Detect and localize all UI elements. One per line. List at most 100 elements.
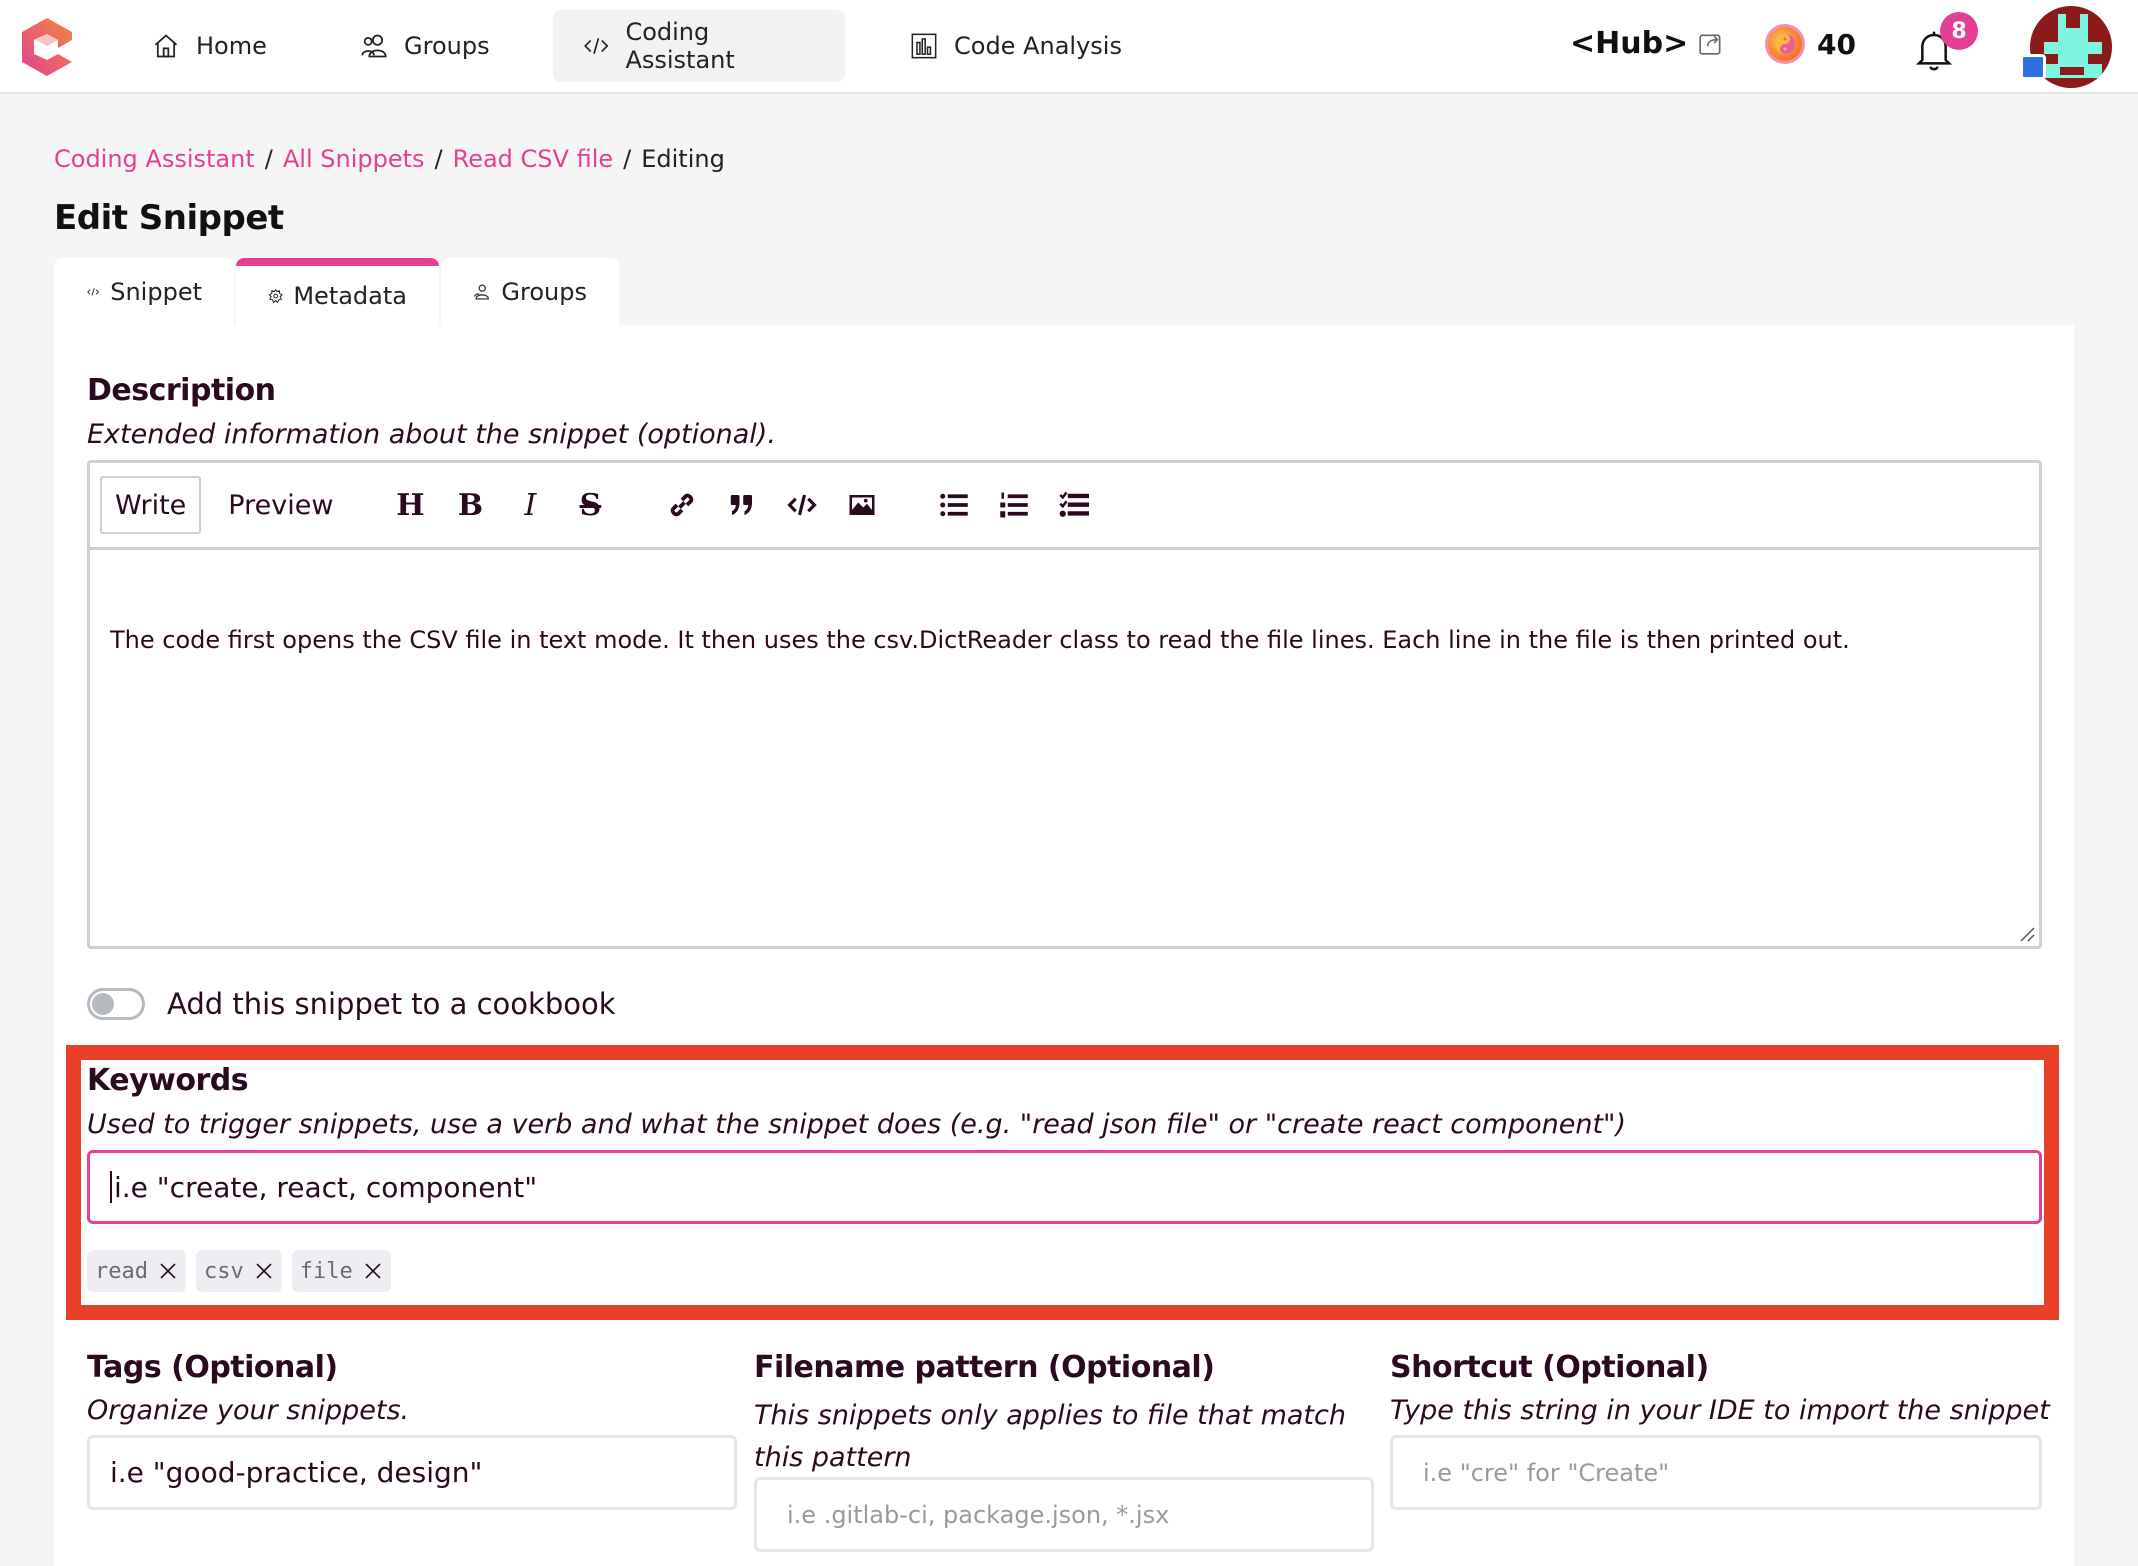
nav-groups-label: Groups: [404, 32, 490, 60]
resize-handle-icon[interactable]: [2019, 926, 2035, 942]
coin-balance[interactable]: 40: [1765, 24, 1856, 64]
heading-button[interactable]: H: [380, 480, 440, 530]
code-icon: [787, 494, 818, 516]
description-text: The code first opens the CSV file in tex…: [110, 626, 1850, 654]
tags-help: Organize your snippets.: [87, 1395, 410, 1426]
keyword-chip: file: [291, 1250, 391, 1292]
description-textarea[interactable]: The code first opens the CSV file in tex…: [90, 550, 2039, 946]
code-button[interactable]: [772, 480, 832, 530]
keyword-chips: read csv file: [87, 1250, 391, 1292]
strikethrough-icon: S: [579, 487, 602, 523]
bold-button[interactable]: B: [440, 480, 500, 530]
cookbook-toggle-row: Add this snippet to a cookbook: [87, 987, 616, 1021]
tab-groups[interactable]: Groups: [441, 258, 619, 326]
home-icon: [154, 34, 178, 58]
nav-groups[interactable]: Groups: [330, 10, 520, 82]
keyword-chip-label: csv: [203, 1258, 244, 1284]
breadcrumb-current: Editing: [641, 145, 725, 173]
close-icon[interactable]: [158, 1261, 178, 1281]
shortcut-input[interactable]: i.e "cre" for "Create": [1390, 1435, 2042, 1510]
code-icon: [87, 288, 100, 296]
preview-tab[interactable]: Preview: [213, 476, 348, 534]
app-logo[interactable]: [20, 18, 74, 76]
keywords-input[interactable]: i.e "create, react, component": [87, 1150, 2042, 1224]
image-icon: [849, 495, 875, 515]
bold-icon: B: [457, 487, 484, 523]
tab-bar: Snippet Metadata Groups: [54, 258, 619, 326]
tab-snippet[interactable]: Snippet: [54, 258, 234, 326]
coin-count: 40: [1817, 27, 1856, 61]
description-help: Extended information about the snippet (…: [87, 419, 776, 450]
close-icon[interactable]: [254, 1261, 274, 1281]
filename-pattern-label: Filename pattern (Optional): [754, 1350, 1215, 1385]
italic-button[interactable]: I: [500, 480, 560, 530]
cookbook-toggle-label: Add this snippet to a cookbook: [167, 987, 616, 1021]
breadcrumb-separator: /: [434, 145, 443, 173]
tags-placeholder: i.e "good-practice, design": [110, 1456, 483, 1489]
keyword-chip: read: [87, 1250, 186, 1292]
tab-groups-label: Groups: [501, 278, 587, 306]
strikethrough-button[interactable]: S: [560, 480, 620, 530]
breadcrumb-all-snippets[interactable]: All Snippets: [283, 145, 425, 173]
nav-home[interactable]: Home: [122, 10, 297, 82]
hub-label: <Hub>: [1570, 26, 1689, 61]
nav-code-analysis-label: Code Analysis: [954, 32, 1122, 60]
filename-pattern-placeholder: i.e .gitlab-ci, package.json, *.jsx: [787, 1500, 1170, 1529]
keywords-placeholder: i.e "create, react, component": [114, 1170, 538, 1204]
editor-toolbar: Write Preview H B I S: [90, 463, 2039, 550]
shortcut-label: Shortcut (Optional): [1390, 1350, 1709, 1385]
tab-metadata[interactable]: Metadata: [236, 258, 439, 326]
hub-link[interactable]: <Hub>: [1570, 26, 1724, 61]
breadcrumb-separator: /: [264, 145, 273, 173]
link-icon: [671, 493, 694, 517]
chart-icon: [911, 33, 937, 59]
task-list-button[interactable]: [1044, 480, 1104, 530]
text-caret: [110, 1171, 112, 1203]
description-label: Description: [87, 373, 276, 408]
filename-pattern-help: This snippets only applies to file that …: [754, 1400, 1346, 1473]
keyword-chip-label: read: [95, 1258, 148, 1284]
italic-icon: I: [524, 487, 537, 523]
image-button[interactable]: [832, 480, 892, 530]
keywords-help: Used to trigger snippets, use a verb and…: [87, 1109, 1626, 1140]
page-title: Edit Snippet: [54, 198, 284, 238]
breadcrumb: Coding Assistant / All Snippets / Read C…: [54, 145, 725, 173]
task-list-icon: [1059, 491, 1090, 517]
ordered-list-icon: [1000, 492, 1029, 518]
filename-pattern-input[interactable]: i.e .gitlab-ci, package.json, *.jsx: [754, 1477, 1374, 1552]
unordered-list-button[interactable]: [924, 480, 984, 530]
link-button[interactable]: [652, 480, 712, 530]
bitbucket-icon: [2020, 54, 2046, 80]
gear-icon: [268, 288, 283, 304]
breadcrumb-read-csv-file[interactable]: Read CSV file: [453, 145, 614, 173]
heading-icon: H: [396, 487, 425, 523]
external-link-icon: [1699, 34, 1721, 55]
nav-coding-assistant[interactable]: Coding Assistant: [553, 10, 845, 82]
quote-button[interactable]: [712, 480, 772, 530]
markdown-editor: Write Preview H B I S The code first ope…: [87, 460, 2042, 949]
keyword-chip: csv: [195, 1250, 282, 1292]
nav-coding-assistant-label: Coding Assistant: [625, 18, 735, 74]
tab-snippet-label: Snippet: [110, 278, 202, 306]
unordered-list-icon: [940, 493, 969, 517]
yin-yang-coin-icon: [1765, 24, 1805, 64]
shortcut-placeholder: i.e "cre" for "Create": [1423, 1458, 1670, 1487]
users-icon: [473, 284, 489, 300]
nav-home-label: Home: [196, 32, 267, 60]
close-icon[interactable]: [363, 1261, 383, 1281]
shortcut-help: Type this string in your IDE to import t…: [1390, 1395, 2050, 1426]
notification-badge: 8: [1940, 12, 1978, 50]
tab-metadata-label: Metadata: [293, 282, 407, 310]
keywords-label: Keywords: [87, 1063, 249, 1098]
nav-code-analysis[interactable]: Code Analysis: [880, 10, 1152, 82]
code-icon: [584, 38, 609, 54]
tags-label: Tags (Optional): [87, 1350, 338, 1385]
breadcrumb-separator: /: [623, 145, 632, 173]
tags-input[interactable]: i.e "good-practice, design": [87, 1435, 737, 1510]
breadcrumb-coding-assistant[interactable]: Coding Assistant: [54, 145, 255, 173]
quote-icon: [731, 495, 753, 515]
cookbook-toggle[interactable]: [87, 988, 145, 1020]
write-tab[interactable]: Write: [100, 476, 202, 534]
users-icon: [361, 34, 387, 58]
ordered-list-button[interactable]: [984, 480, 1044, 530]
